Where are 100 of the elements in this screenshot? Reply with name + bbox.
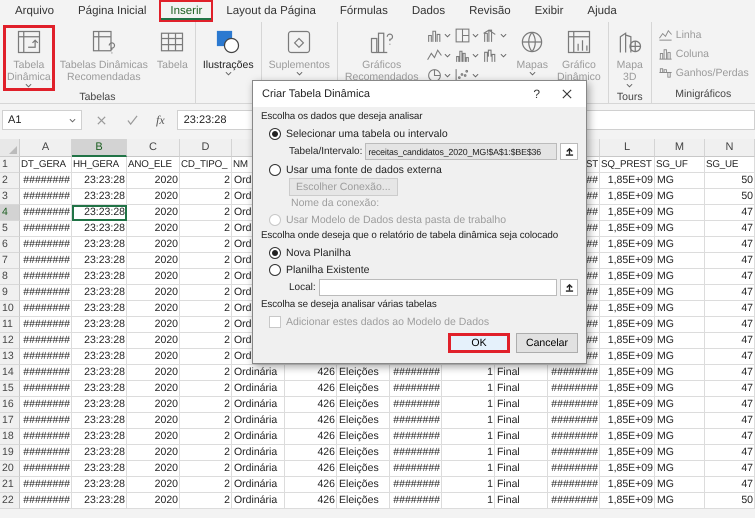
row-header[interactable]: 4 xyxy=(0,205,20,221)
radio-button[interactable] xyxy=(269,264,281,276)
column-header[interactable]: B xyxy=(72,139,127,157)
table-cell: MG xyxy=(655,429,705,445)
menu-tab[interactable]: Revisão xyxy=(458,0,522,22)
menu-tab[interactable]: Inserir xyxy=(159,0,214,22)
row-header[interactable]: 18 xyxy=(0,429,20,445)
upload-arrow-icon xyxy=(564,283,574,292)
table-cell: ######## xyxy=(390,429,442,445)
table-cell: 23:23:28 xyxy=(72,237,127,253)
collapse-button[interactable] xyxy=(560,279,578,296)
table-cell: ######## xyxy=(20,269,72,285)
column-header[interactable]: L xyxy=(600,139,655,157)
dialog-button[interactable]: Cancelar xyxy=(516,333,578,353)
row-header[interactable]: 8 xyxy=(0,269,20,285)
row-header[interactable]: 20 xyxy=(0,461,20,477)
help-button[interactable]: ? xyxy=(527,86,546,102)
table-cell: 426 xyxy=(285,397,337,413)
column-header[interactable]: N xyxy=(705,139,755,157)
radio-label[interactable]: Usar uma fonte de dados externa xyxy=(286,164,442,176)
menu-tab[interactable]: Exibir xyxy=(524,0,574,22)
row-header[interactable]: 9 xyxy=(0,285,20,301)
row-header[interactable]: 6 xyxy=(0,237,20,253)
table-cell: ######## xyxy=(20,317,72,333)
menu-tab[interactable]: Fórmulas xyxy=(328,0,399,22)
table-cell: Final xyxy=(495,477,548,493)
check-icon[interactable] xyxy=(127,114,138,126)
table-cell: 50 xyxy=(705,189,755,205)
name-box[interactable]: A1 xyxy=(2,110,82,130)
table-cell: MG xyxy=(655,285,705,301)
row-header[interactable]: 5 xyxy=(0,221,20,237)
ribbon-button[interactable]: Ilustrações xyxy=(198,25,258,79)
table-cell: 2 xyxy=(180,317,232,333)
table-cell: Eleições xyxy=(337,445,390,461)
table-cell: ######## xyxy=(20,461,72,477)
radio-label[interactable]: Nova Planilha xyxy=(286,246,351,258)
table-cell: Eleições xyxy=(337,477,390,493)
row-header[interactable]: 22 xyxy=(0,493,20,509)
menu-tab[interactable]: Ajuda xyxy=(576,0,628,22)
row-header[interactable]: 10 xyxy=(0,301,20,317)
caret-icon xyxy=(500,52,508,58)
table-cell: MG xyxy=(655,413,705,429)
table-cell: ######## xyxy=(390,493,442,509)
row-header[interactable]: 2 xyxy=(0,173,20,189)
row-header[interactable]: 17 xyxy=(0,413,20,429)
radio-button[interactable] xyxy=(269,164,281,176)
column-header[interactable]: D xyxy=(180,139,232,157)
table-cell: 1,85E+09 xyxy=(600,477,655,493)
table-cell: 426 xyxy=(285,477,337,493)
column-header[interactable]: A xyxy=(20,139,72,157)
table-cell: ######## xyxy=(548,429,600,445)
table-cell: 23:23:28 xyxy=(72,381,127,397)
table-cell: 1,85E+09 xyxy=(600,189,655,205)
table-cell: 2020 xyxy=(127,253,180,269)
table-cell: 23:23:28 xyxy=(72,397,127,413)
table-cell: 426 xyxy=(285,461,337,477)
row-header[interactable]: 3 xyxy=(0,189,20,205)
table-cell: 1 xyxy=(442,413,495,429)
row-header[interactable]: 7 xyxy=(0,253,20,269)
table-cell: 1,85E+09 xyxy=(600,445,655,461)
row-header[interactable]: 15 xyxy=(0,381,20,397)
caret-icon xyxy=(444,52,452,58)
table-cell: ######## xyxy=(20,189,72,205)
radio-label[interactable]: Planilha Existente xyxy=(286,264,370,276)
collapse-button[interactable] xyxy=(560,143,578,160)
table-cell: 23:23:28 xyxy=(72,205,127,221)
table-cell: 2 xyxy=(180,477,232,493)
row-header[interactable]: 12 xyxy=(0,333,20,349)
group-label: Minigráficos xyxy=(675,88,732,102)
menu-tab[interactable]: Dados xyxy=(400,0,456,22)
table-cell: 23:23:28 xyxy=(72,445,127,461)
table-cell: 47 xyxy=(705,365,755,381)
range-field[interactable] xyxy=(318,279,557,296)
menu-tab[interactable]: Arquivo xyxy=(4,0,65,22)
row-header[interactable]: 1 xyxy=(0,157,20,173)
insert-function-button[interactable]: fx xyxy=(152,112,169,128)
row-header[interactable]: 21 xyxy=(0,477,20,493)
row-header[interactable]: 11 xyxy=(0,317,20,333)
table-cell: ######## xyxy=(548,397,600,413)
table-cell: MG xyxy=(655,381,705,397)
column-header[interactable]: C xyxy=(127,139,180,157)
row-header[interactable]: 14 xyxy=(0,365,20,381)
menu-tab[interactable]: Layout da Página xyxy=(215,0,327,22)
range-field[interactable]: receitas_candidatos_2020_MG!$A$1:$BE$36 xyxy=(365,143,557,160)
column-header[interactable]: M xyxy=(655,139,705,157)
close-icon[interactable] xyxy=(562,89,572,99)
row-header[interactable]: 16 xyxy=(0,397,20,413)
radio-button[interactable] xyxy=(269,128,281,140)
table-cell: 1,85E+09 xyxy=(600,413,655,429)
dialog-button[interactable]: OK xyxy=(448,333,510,353)
table-cell: MG xyxy=(655,349,705,365)
table-cell: 47 xyxy=(705,221,755,237)
radio-button[interactable] xyxy=(269,246,281,258)
cancel-icon[interactable] xyxy=(96,114,107,126)
table-cell: 1 xyxy=(442,365,495,381)
row-header[interactable]: 13 xyxy=(0,349,20,365)
row-header[interactable]: 19 xyxy=(0,445,20,461)
table-cell: ######## xyxy=(390,461,442,477)
radio-label[interactable]: Selecionar uma tabela ou intervalo xyxy=(286,128,448,140)
menu-tab[interactable]: Página Inicial xyxy=(67,0,158,22)
